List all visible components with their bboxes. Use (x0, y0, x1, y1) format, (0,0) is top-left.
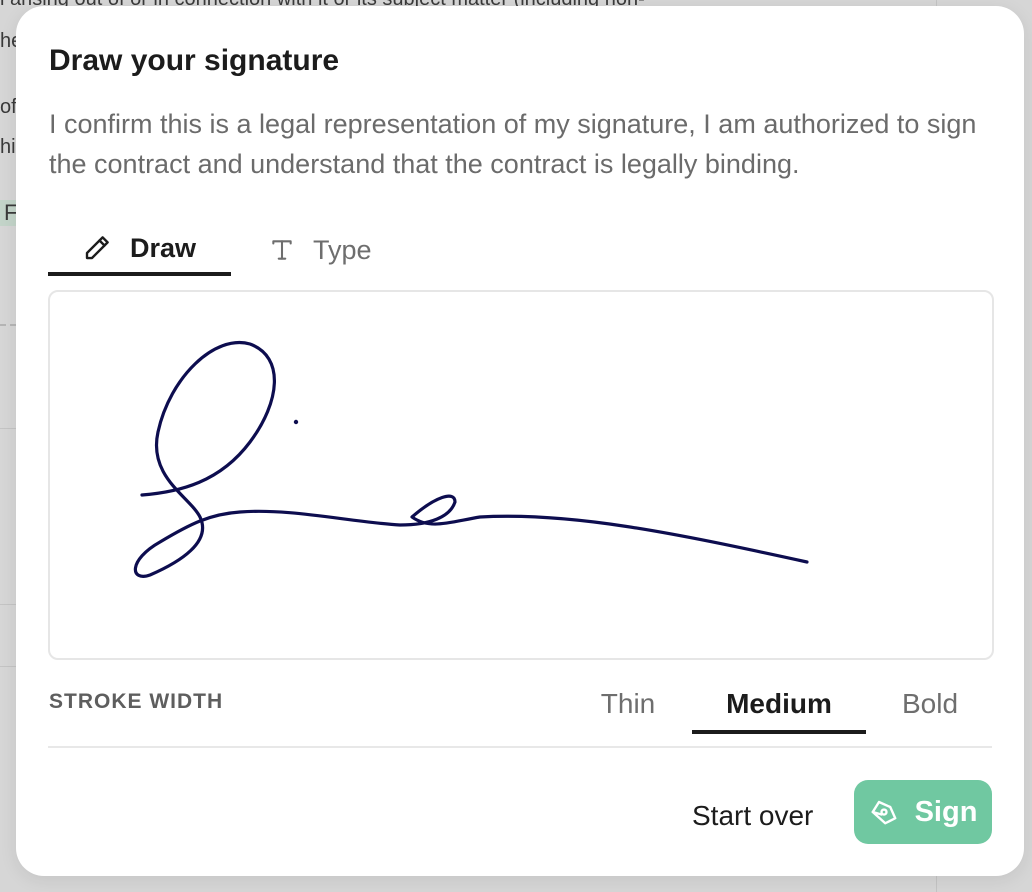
text-type-icon (269, 237, 295, 263)
stroke-option-bold[interactable]: Bold (880, 678, 980, 730)
modal-title: Draw your signature (49, 44, 340, 77)
pencil-icon (82, 233, 112, 263)
signature-dot (293, 419, 299, 425)
stroke-width-options: Thin Medium Bold (16, 678, 1024, 734)
signature-mode-tabs: Draw Type (48, 224, 372, 280)
background-divider (0, 604, 16, 605)
stroke-option-medium[interactable]: Medium (692, 678, 866, 734)
background-dashed-line (0, 324, 16, 326)
tab-type[interactable]: Type (231, 224, 372, 276)
tab-draw[interactable]: Draw (48, 224, 231, 276)
actions-divider (48, 746, 992, 748)
modal-description: I confirm this is a legal representation… (49, 109, 977, 179)
background-divider (0, 428, 16, 429)
tab-draw-label: Draw (130, 232, 197, 263)
stroke-option-thin[interactable]: Thin (578, 678, 678, 730)
signature-drawing (133, 341, 809, 578)
tab-type-label: Type (313, 234, 372, 265)
signature-strokes (133, 341, 809, 578)
start-over-button[interactable]: Start over (680, 786, 825, 846)
signature-pen-icon (869, 797, 899, 827)
background-divider (0, 666, 16, 667)
background-text-line: of (0, 96, 17, 118)
background-divider (936, 874, 937, 892)
sign-button-label: Sign (914, 795, 978, 828)
signature-canvas[interactable] (48, 290, 994, 660)
signature-modal: Draw your signature I confirm this is a … (16, 6, 1024, 876)
sign-button[interactable]: Sign (854, 780, 992, 844)
